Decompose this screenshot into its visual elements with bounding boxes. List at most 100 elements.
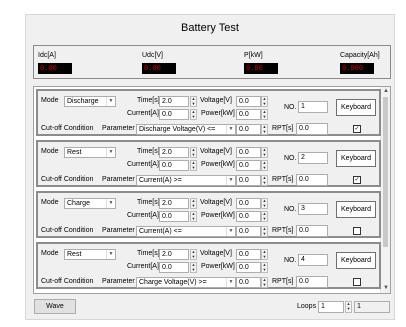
enable-checkbox[interactable]	[353, 227, 361, 235]
time-spinner[interactable]: ▲ ▼	[190, 96, 197, 107]
cutoff-spinner[interactable]: ▲ ▼	[261, 124, 268, 135]
cutoff-spinner[interactable]: ▲ ▼	[261, 175, 268, 186]
cutoff-spinner[interactable]: ▲ ▼	[261, 226, 268, 237]
power-spinner[interactable]: ▲ ▼	[261, 211, 268, 222]
scroll-thumb[interactable]	[383, 97, 388, 247]
time-spinner[interactable]: ▲ ▼	[190, 249, 197, 260]
current-spinner[interactable]: ▲ ▼	[190, 109, 197, 120]
time-spinner[interactable]: ▲ ▼	[190, 198, 197, 209]
rpt-input[interactable]: 0.0	[296, 225, 328, 237]
cutoff-condition-label: Cut-off Condition	[41, 176, 94, 183]
current-input[interactable]: 0.0	[159, 262, 189, 273]
voltage-label: Voltage[V]	[200, 250, 232, 257]
enable-checkbox[interactable]: ✓	[353, 176, 361, 184]
cutoff-value-input[interactable]: 0.0	[236, 124, 261, 135]
chevron-down-icon[interactable]: ▼	[106, 97, 115, 106]
parameter-select[interactable]: Charge Voltage(V) >= ▼	[136, 277, 236, 288]
keyboard-button[interactable]: Keyboard	[336, 99, 376, 116]
time-input[interactable]: 2.0	[159, 249, 189, 260]
parameter-value: Current(A) >=	[139, 177, 182, 184]
power-spinner[interactable]: ▲ ▼	[261, 262, 268, 273]
time-input[interactable]: 2.0	[159, 147, 189, 158]
current-spinner[interactable]: ▲ ▼	[190, 262, 197, 273]
parameter-label: Parameter	[102, 227, 135, 234]
check-icon: ✓	[354, 177, 360, 183]
voltage-input[interactable]: 0.0	[236, 249, 261, 260]
voltage-spinner[interactable]: ▲ ▼	[261, 147, 268, 158]
mode-label: Mode	[41, 97, 59, 104]
power-input[interactable]: 0.0	[236, 262, 261, 273]
rpt-input[interactable]: 0.0	[296, 174, 328, 186]
power-input[interactable]: 0.0	[236, 160, 261, 171]
keyboard-button[interactable]: Keyboard	[336, 150, 376, 167]
step-panel-3: Mode Charge ▼ Time[s] 2.0 ▲ ▼ Current[A] 0…	[36, 191, 381, 238]
chevron-down-icon[interactable]: ▼	[226, 227, 235, 236]
power-spinner[interactable]: ▲ ▼	[261, 160, 268, 171]
cutoff-value-input[interactable]: 0.0	[236, 175, 261, 186]
voltage-label: Voltage[V]	[200, 148, 232, 155]
scroll-down-icon[interactable]: ▼	[381, 284, 390, 293]
power-label: Power[kW]	[201, 110, 235, 117]
power-spinner[interactable]: ▲ ▼	[261, 109, 268, 120]
voltage-input[interactable]: 0.0	[236, 96, 261, 107]
step-number-input[interactable]: 3	[298, 203, 328, 215]
step-number-input[interactable]: 1	[298, 101, 328, 113]
power-input[interactable]: 0.0	[236, 109, 261, 120]
mode-select[interactable]: Rest ▼	[64, 249, 116, 260]
cutoff-value-input[interactable]: 0.0	[236, 277, 261, 288]
parameter-value: Charge Voltage(V) >=	[139, 279, 207, 286]
keyboard-button[interactable]: Keyboard	[336, 252, 376, 269]
cutoff-spinner[interactable]: ▲ ▼	[261, 277, 268, 288]
voltage-input[interactable]: 0.0	[236, 147, 261, 158]
enable-checkbox[interactable]	[353, 278, 361, 286]
step-panel-4: Mode Rest ▼ Time[s] 2.0 ▲ ▼ Current[A] 0.0…	[36, 242, 381, 289]
current-input[interactable]: 0.0	[159, 109, 189, 120]
mode-select[interactable]: Discharge ▼	[64, 96, 116, 107]
current-label: Current[A]	[127, 161, 159, 168]
voltage-spinner[interactable]: ▲ ▼	[261, 96, 268, 107]
parameter-select[interactable]: Discharge Voltage(V) <= ▼	[136, 124, 236, 135]
current-input[interactable]: 0.0	[159, 160, 189, 171]
loops-input[interactable]: 1	[318, 301, 344, 313]
chevron-down-icon[interactable]: ▼	[226, 176, 235, 185]
time-input[interactable]: 2.0	[159, 198, 189, 209]
cutoff-value-input[interactable]: 0.0	[236, 226, 261, 237]
chevron-down-icon[interactable]: ▼	[226, 125, 235, 134]
current-label: Current[A]	[127, 263, 159, 270]
udc-display: 0.00	[142, 63, 176, 74]
chevron-down-icon[interactable]: ▼	[106, 199, 115, 208]
voltage-spinner[interactable]: ▲ ▼	[261, 249, 268, 260]
current-spinner[interactable]: ▲ ▼	[190, 160, 197, 171]
rpt-label: RPT[s]	[272, 125, 294, 132]
capacity-display: 0.000	[340, 63, 374, 74]
rpt-label: RPT[s]	[272, 227, 294, 234]
chevron-down-icon[interactable]: ▼	[226, 278, 235, 287]
voltage-input[interactable]: 0.0	[236, 198, 261, 209]
parameter-select[interactable]: Current(A) <= ▼	[136, 226, 236, 237]
loops-spinner[interactable]: ▲ ▼	[345, 301, 352, 313]
mode-select[interactable]: Charge ▼	[64, 198, 116, 209]
step-number-input[interactable]: 2	[298, 152, 328, 164]
time-input[interactable]: 2.0	[159, 96, 189, 107]
scroll-up-icon[interactable]: ▲	[381, 87, 390, 96]
step-number-input[interactable]: 4	[298, 254, 328, 266]
step-panel-2: Mode Rest ▼ Time[s] 2.0 ▲ ▼ Current[A] 0.0…	[36, 140, 381, 187]
current-input[interactable]: 0.0	[159, 211, 189, 222]
cutoff-condition-label: Cut-off Condition	[41, 227, 94, 234]
enable-checkbox[interactable]: ✓	[353, 125, 361, 133]
current-spinner[interactable]: ▲ ▼	[190, 211, 197, 222]
vertical-scrollbar[interactable]: ▲ ▼	[380, 87, 390, 293]
wave-button[interactable]: Wave	[34, 299, 76, 314]
chevron-down-icon[interactable]: ▼	[106, 250, 115, 259]
rpt-input[interactable]: 0.0	[296, 123, 328, 135]
steps-scroll-area[interactable]: ▲ ▼ Mode Discharge ▼ Time[s] 2.0 ▲ ▼ Curre…	[33, 86, 391, 294]
voltage-spinner[interactable]: ▲ ▼	[261, 198, 268, 209]
power-input[interactable]: 0.0	[236, 211, 261, 222]
parameter-select[interactable]: Current(A) >= ▼	[136, 175, 236, 186]
parameter-value: Discharge Voltage(V) <=	[139, 126, 216, 133]
rpt-input[interactable]: 0.0	[296, 276, 328, 288]
time-spinner[interactable]: ▲ ▼	[190, 147, 197, 158]
keyboard-button[interactable]: Keyboard	[336, 201, 376, 218]
chevron-down-icon[interactable]: ▼	[106, 148, 115, 157]
mode-select[interactable]: Rest ▼	[64, 147, 116, 158]
